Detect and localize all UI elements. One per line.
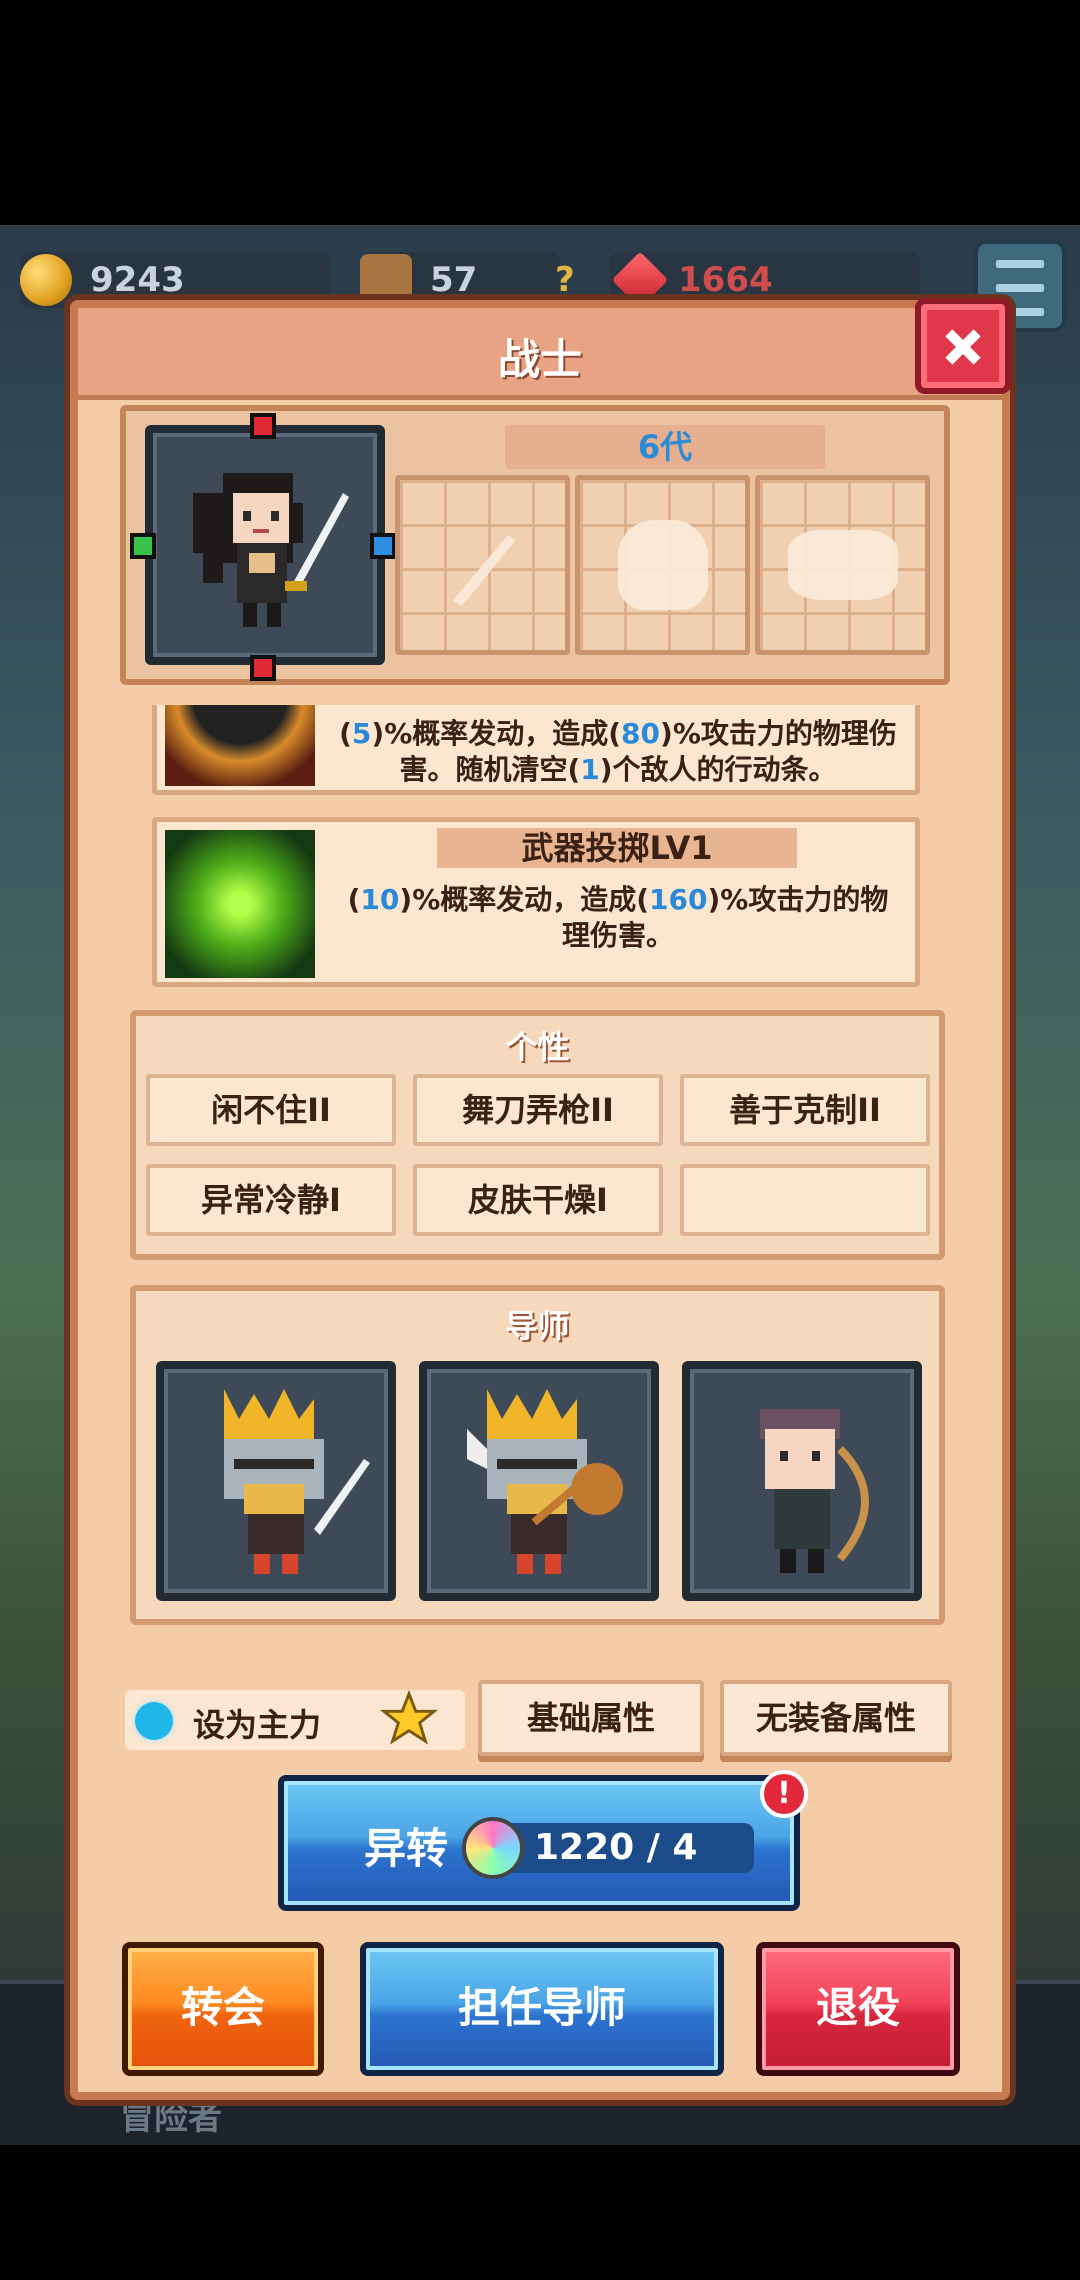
select-marker-bottom <box>250 655 276 681</box>
select-marker-left <box>130 533 156 559</box>
mentor-card[interactable] <box>156 1361 396 1601</box>
gem-value: 1664 <box>678 260 773 300</box>
king-knight-sprite <box>224 1389 370 1574</box>
traits-section: 个性 闲不住II 舞刀弄枪II 善于克制II 异常冷静I 皮肤干燥I <box>130 1010 945 1260</box>
transform-label: 异转 <box>364 1824 449 1873</box>
panel-header: 战士 <box>78 308 1002 400</box>
panel-title: 战士 <box>497 335 582 384</box>
coin-icon <box>20 254 72 306</box>
mentor-card[interactable] <box>419 1361 659 1601</box>
transform-cost: 1220 / 4 <box>462 1817 754 1879</box>
set-main-toggle[interactable]: 设为主力 <box>125 1690 465 1750</box>
mentor-section: 导师 <box>130 1285 945 1625</box>
weapon-slot[interactable] <box>395 475 570 655</box>
trait-item[interactable]: 舞刀弄枪II <box>413 1074 663 1146</box>
sword-icon <box>452 535 516 606</box>
trait-item[interactable]: 闲不住II <box>146 1074 396 1146</box>
skill-name: 武器投掷LV1 <box>437 828 797 868</box>
horned-king-sprite <box>467 1389 623 1574</box>
transform-button[interactable]: 异转 1220 / 4 <box>278 1775 800 1911</box>
transfer-button[interactable]: 转会 <box>122 1942 324 2076</box>
mentor-title: 导师 <box>505 1307 570 1345</box>
screen: 9243 57 ? 1664 冒险者 战士 6代 (5)%概率发动，造成(80)… <box>0 0 1080 2280</box>
crystal-orb-icon <box>462 1817 524 1879</box>
select-marker-top <box>250 413 276 439</box>
question-icon: ? <box>555 260 575 300</box>
armor-slot[interactable] <box>575 475 750 655</box>
skill-card: 武器投掷LV1 (10)%概率发动，造成(160)%攻击力的物理伤害。 <box>152 817 920 987</box>
generation-label: 6代 <box>505 425 825 469</box>
trait-item[interactable]: 皮肤干燥I <box>413 1164 663 1236</box>
base-attributes-button[interactable]: 基础属性 <box>478 1680 704 1756</box>
menu-icon <box>996 260 1044 268</box>
mentor-card[interactable] <box>682 1361 922 1601</box>
star-icon <box>380 1690 438 1745</box>
boots-slot[interactable] <box>755 475 930 655</box>
skill-desc: (10)%概率发动，造成(160)%攻击力的物理伤害。 <box>347 883 889 952</box>
trait-item[interactable]: 异常冷静I <box>146 1164 396 1236</box>
toggle-indicator <box>135 1702 173 1740</box>
coin-value: 9243 <box>90 260 185 300</box>
mentor-button[interactable]: 担任导师 <box>360 1942 724 2076</box>
trait-item-empty <box>680 1164 930 1236</box>
hammer-icon <box>360 254 412 306</box>
trait-item[interactable]: 善于克制II <box>680 1074 930 1146</box>
traits-title: 个性 <box>505 1028 570 1066</box>
close-button[interactable] <box>915 298 1011 394</box>
retire-button[interactable]: 退役 <box>756 1942 960 2076</box>
armor-icon <box>617 520 708 610</box>
alert-badge: ! <box>760 1770 808 1818</box>
skill-card: (5)%概率发动，造成(80)%攻击力的物理伤害。随机清空(1)个敌人的行动条。 <box>152 705 920 795</box>
archer-sprite <box>760 1409 869 1573</box>
tool-value: 57 <box>430 260 478 300</box>
select-marker-right <box>370 533 396 559</box>
boots-icon <box>787 530 898 600</box>
transform-cost-value: 1220 / 4 <box>534 1827 698 1868</box>
skills-list[interactable]: (5)%概率发动，造成(80)%攻击力的物理伤害。随机清空(1)个敌人的行动条。… <box>140 705 930 995</box>
set-main-label: 设为主力 <box>193 1706 322 1744</box>
weapon-throw-skill-icon <box>165 830 315 978</box>
warrior-sprite <box>193 473 349 627</box>
skill-desc: (5)%概率发动，造成(80)%攻击力的物理伤害。随机清空(1)个敌人的行动条。 <box>339 717 897 786</box>
hero-portrait[interactable] <box>145 425 385 665</box>
skill-ring-icon <box>165 705 315 786</box>
no-equip-attributes-button[interactable]: 无装备属性 <box>720 1680 952 1756</box>
